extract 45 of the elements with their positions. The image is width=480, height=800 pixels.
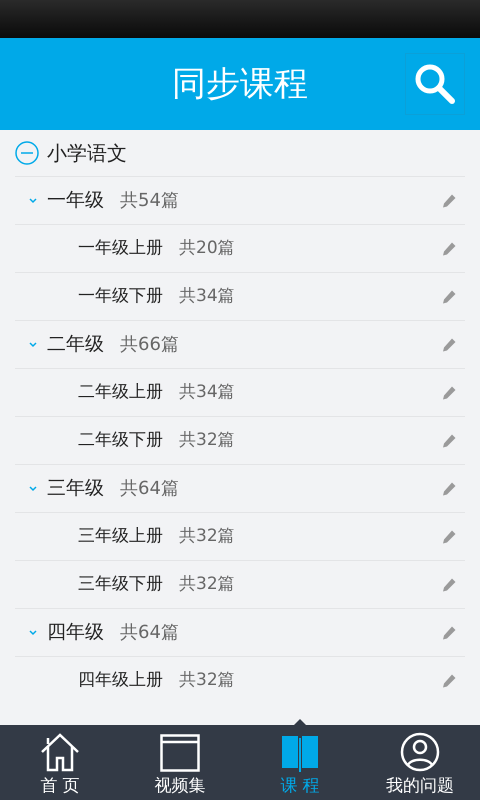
window-icon [160, 734, 200, 772]
subject-label[interactable]: 小学语文 [47, 138, 127, 168]
volume-label[interactable]: 二年级上册 [78, 380, 163, 406]
article-count: 共64篇 [120, 621, 179, 645]
article-count: 共20篇 [179, 236, 235, 260]
grade-label[interactable]: 四年级 [47, 618, 104, 647]
pencil-icon[interactable] [441, 624, 457, 640]
volume-label[interactable]: 一年级下册 [78, 284, 163, 310]
tab[interactable]: 视频集 [120, 725, 240, 800]
volume-label[interactable]: 三年级下册 [78, 572, 163, 598]
article-count: 共64篇 [120, 477, 179, 501]
tab[interactable]: 首 页 [0, 725, 120, 800]
person-icon [400, 732, 440, 772]
article-count: 共32篇 [179, 668, 235, 692]
pencil-icon[interactable] [441, 480, 457, 496]
grade-label[interactable]: 二年级 [47, 330, 104, 359]
pencil-icon[interactable] [441, 384, 457, 400]
page-title: 同步课程 [172, 62, 308, 106]
book-icon [280, 734, 320, 772]
pencil-icon[interactable] [441, 432, 457, 448]
pencil-icon[interactable] [441, 528, 457, 544]
search-button[interactable] [405, 53, 465, 115]
article-count: 共34篇 [179, 380, 235, 404]
article-count: 共32篇 [179, 428, 235, 452]
grade-label[interactable]: 三年级 [47, 474, 104, 503]
grade-label[interactable]: 一年级 [47, 186, 104, 215]
volume-label[interactable]: 四年级上册 [78, 668, 163, 694]
pencil-icon[interactable] [441, 192, 457, 208]
article-count: 共66篇 [120, 333, 179, 357]
volume-label[interactable]: 二年级下册 [78, 428, 163, 454]
pencil-icon[interactable] [441, 336, 457, 352]
tab[interactable]: 课 程 [240, 725, 360, 800]
collapse-icon[interactable] [15, 141, 39, 165]
article-count: 共32篇 [179, 524, 235, 548]
pencil-icon[interactable] [441, 576, 457, 592]
tab[interactable]: 我的问题 [360, 725, 480, 800]
article-count: 共54篇 [120, 189, 179, 213]
pencil-icon[interactable] [441, 240, 457, 256]
house-icon [40, 732, 80, 772]
article-count: 共34篇 [179, 284, 235, 308]
article-count: 共32篇 [179, 572, 235, 596]
pencil-icon[interactable] [441, 672, 457, 688]
volume-label[interactable]: 三年级上册 [78, 524, 163, 550]
volume-label[interactable]: 一年级上册 [78, 236, 163, 262]
pencil-icon[interactable] [441, 288, 457, 304]
